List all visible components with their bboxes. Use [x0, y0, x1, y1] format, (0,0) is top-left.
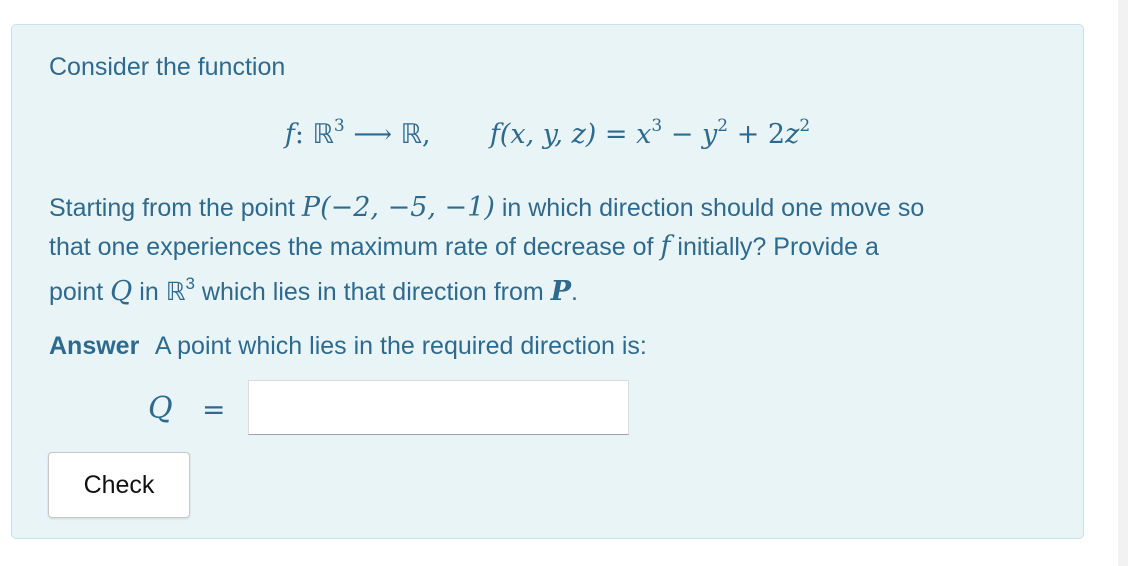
- real-space-symbol: ℝ: [165, 277, 186, 306]
- answer-q-symbol: Q: [148, 391, 173, 426]
- real-space-exponent: 3: [185, 273, 195, 293]
- point-p-coordinates: P(−2, −5, −1): [301, 192, 495, 223]
- term-z-coefficient: 2: [767, 119, 786, 150]
- term-x-exponent: 3: [651, 116, 663, 136]
- answer-row: Answer A point which lies in the require…: [49, 330, 647, 362]
- minus-symbol: −: [670, 119, 694, 150]
- colon-symbol: :: [294, 119, 304, 150]
- term-z: z: [785, 119, 800, 150]
- arrow-symbol: ⟶: [353, 119, 393, 150]
- line1-text-before: Starting from the point: [49, 194, 295, 222]
- question-line-1: Starting from the point P(−2, −5, −1) in…: [49, 192, 924, 224]
- question-line-3: point Q in ℝ3 which lies in that directi…: [49, 273, 578, 308]
- line3-period: .: [571, 278, 578, 306]
- point-q-symbol: Q: [110, 276, 133, 307]
- page-scroll-edge: [1118, 0, 1128, 566]
- term-x: x: [636, 119, 652, 150]
- answer-equals-symbol: =: [202, 393, 226, 426]
- function-symbol-f: f: [660, 231, 671, 262]
- function-definition: f: ℝ3 ⟶ ℝ, f(x, y, z) = x3 − y2 + 2z2: [12, 117, 1083, 153]
- check-button[interactable]: Check: [48, 452, 190, 518]
- function-name: f: [284, 119, 295, 150]
- equals-symbol: =: [604, 119, 628, 150]
- plus-symbol: +: [736, 119, 760, 150]
- answer-prompt: A point which lies in the required direc…: [154, 332, 647, 360]
- question-panel: Consider the function f: ℝ3 ⟶ ℝ, f(x, y,…: [11, 24, 1084, 539]
- line3-text-after: which lies in that direction from: [201, 278, 544, 306]
- answer-label: Answer: [49, 332, 140, 360]
- term-y-exponent: 2: [717, 116, 729, 136]
- line2-text-before: that one experiences the maximum rate of…: [49, 233, 654, 261]
- comma-symbol: ,: [422, 119, 431, 150]
- line3-word-point: point: [49, 278, 104, 306]
- line2-text-after: initially? Provide a: [677, 233, 879, 261]
- answer-input[interactable]: [248, 380, 629, 435]
- line3-word-in: in: [139, 278, 159, 306]
- question-intro: Consider the function: [49, 53, 286, 81]
- term-y: y: [702, 119, 718, 150]
- codomain-symbol: ℝ: [400, 119, 423, 150]
- point-p-symbol: P: [550, 276, 571, 307]
- domain-exponent: 3: [333, 116, 345, 136]
- function-lhs: f(x, y, z): [489, 119, 597, 150]
- line1-text-after: in which direction should one move so: [501, 194, 925, 222]
- term-z-exponent: 2: [799, 116, 811, 136]
- domain-symbol: ℝ: [312, 119, 334, 150]
- question-line-2: that one experiences the maximum rate of…: [49, 231, 879, 263]
